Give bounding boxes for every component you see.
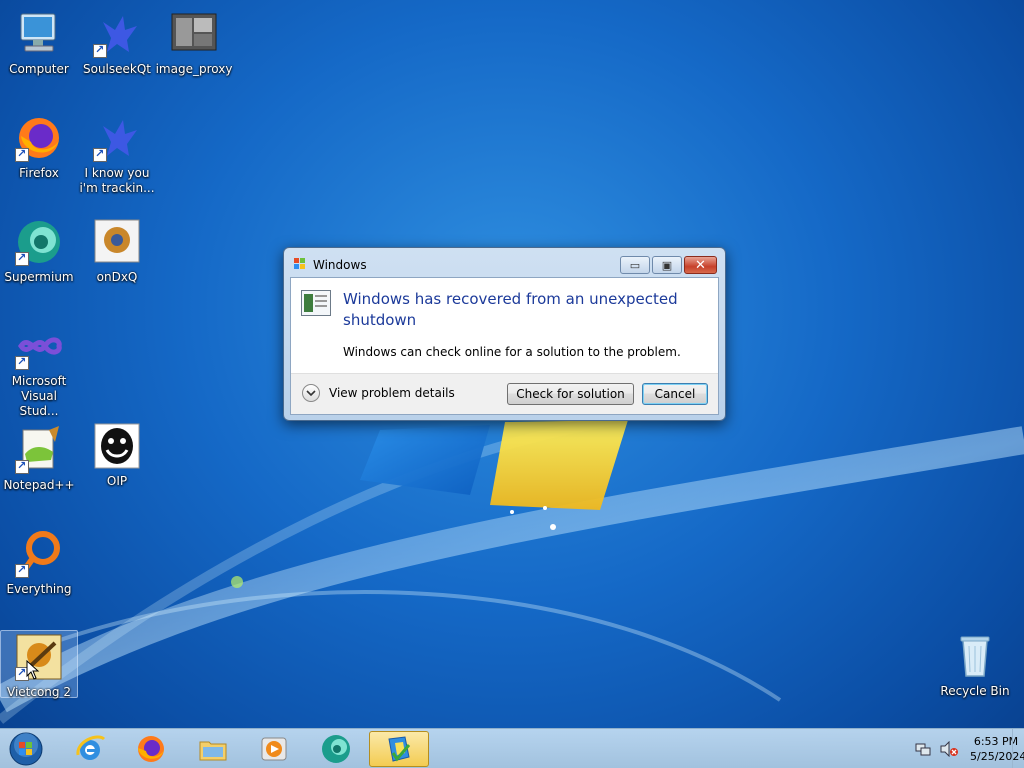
taskbar-problem-reporting[interactable] [369,731,429,767]
network-icon[interactable] [915,741,931,757]
firefox-icon [138,736,164,762]
dialog-subtext: Windows can check online for a solution … [343,345,681,359]
mouse-cursor-icon [26,660,40,680]
taskbar-internet-explorer[interactable] [62,731,118,767]
desktop-icon-image-proxy[interactable]: image_proxy [155,10,233,77]
dialog-title: Windows [313,258,367,272]
recycle-bin-icon [951,632,999,680]
desktop-icon-label: image_proxy [155,62,233,76]
dialog-content: Windows has recovered from an unexpected… [290,277,719,415]
desktop-icon-label: OIP [106,474,128,488]
folder-icon [199,741,227,761]
dialog-heading: Windows has recovered from an unexpected… [343,290,678,329]
firefox-icon [15,114,63,162]
application-window-icon [301,290,331,316]
view-problem-details-toggle[interactable]: View problem details [302,384,455,402]
minimize-icon: ▭ [629,258,641,272]
visual-studio-icon [15,322,63,370]
desktop-icon-label: SoulseekQt [82,62,151,76]
media-player-icon [261,737,287,761]
view-problem-details-label: View problem details [329,386,455,400]
windows-flag-icon [294,258,305,269]
cancel-button[interactable]: Cancel [642,383,708,405]
desktop-icon-oip[interactable]: OIP [78,422,156,489]
shortcut-arrow-icon [93,42,107,58]
check-for-solution-button[interactable]: Check for solution [507,383,634,405]
chevron-down-icon [302,384,320,402]
desktop-icon-i-know-you[interactable]: I know you i'm trackin... [78,114,156,196]
taskbar-supermium[interactable] [308,731,364,767]
supermium-icon [15,218,63,266]
desktop-icon-soulseekqt[interactable]: SoulseekQt [78,10,156,77]
desktop-icon-notepadpp[interactable]: Notepad++ [0,426,78,493]
problem-reporting-icon [388,736,411,762]
supermium-icon [322,735,350,763]
desktop-icon-computer[interactable]: Computer [0,10,78,77]
dialog-titlebar[interactable]: Windows ▭ ▣ ✕ [284,248,725,278]
taskbar-windows-explorer[interactable] [185,731,241,767]
maximize-button[interactable]: ▣ [652,256,682,274]
taskbar-media-player[interactable] [246,731,302,767]
bird-icon [93,114,141,162]
desktop-icon-everything[interactable]: Everything [0,530,78,597]
desktop-icon-label: Supermium [4,270,74,284]
desktop-icon-supermium[interactable]: Supermium [0,218,78,285]
shortcut-arrow-icon [15,458,29,474]
desktop-icon-label: onDxQ [96,270,138,284]
image-thumbnail-icon [93,218,141,266]
desktop-icon-label: Recycle Bin [940,684,1010,698]
minimize-button[interactable]: ▭ [620,256,650,274]
maximize-icon: ▣ [661,258,673,272]
notepadpp-icon [15,426,63,474]
shortcut-arrow-icon [15,146,29,162]
shortcut-arrow-icon [15,354,29,370]
shortcut-arrow-icon [93,146,107,162]
desktop-icon-label: Notepad++ [3,478,75,492]
volume-muted-icon[interactable] [940,741,958,757]
image-thumbnail-icon [170,10,218,58]
windows-orb-icon [9,732,43,766]
start-button[interactable] [6,731,46,767]
desktop-icon-firefox[interactable]: Firefox [0,114,78,181]
taskbar: 6:53 PM 5/25/2024 [0,728,1024,768]
show-desktop-button[interactable] [1012,729,1024,768]
desktop-icon-label: Microsoft Visual Stud... [11,374,67,418]
desktop-icon-ondxq[interactable]: onDxQ [78,218,156,285]
computer-icon [15,10,63,58]
recovery-dialog: Windows ▭ ▣ ✕ Windows has recovered from… [283,247,726,421]
desktop-icon-recycle-bin[interactable]: Recycle Bin [936,632,1014,699]
desktop-icon-label: Computer [9,62,69,76]
desktop-icon-label: I know you i'm trackin... [79,166,155,195]
close-icon: ✕ [695,257,706,273]
image-thumbnail-icon [93,422,141,470]
dialog-footer: View problem details Check for solution … [291,373,718,414]
desktop-icon-label: Everything [6,582,72,596]
taskbar-firefox[interactable] [123,731,179,767]
system-tray: 6:53 PM 5/25/2024 [874,729,1024,768]
close-button[interactable]: ✕ [684,256,717,274]
desktop-icon-visual-studio[interactable]: Microsoft Visual Stud... [0,322,78,419]
desktop-icon-label: Vietcong 2 [7,685,71,699]
shortcut-arrow-icon [15,250,29,266]
desktop-icon-label: Firefox [19,166,59,180]
everything-icon [15,530,63,578]
bird-icon [93,10,141,58]
internet-explorer-icon [76,735,106,760]
shortcut-arrow-icon [15,562,29,578]
